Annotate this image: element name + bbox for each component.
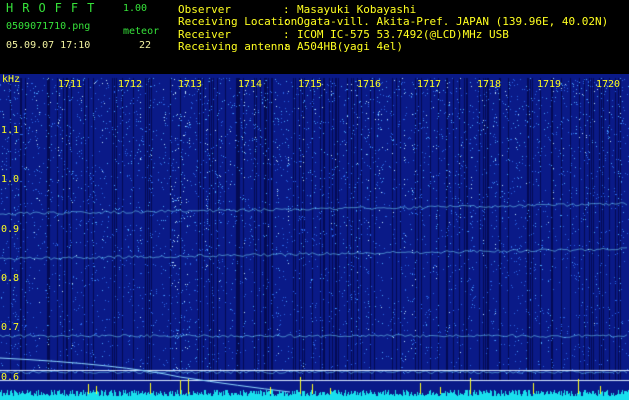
x-tick-label: 1714 xyxy=(238,79,263,90)
antenna-colon: : xyxy=(283,40,290,53)
meteor-count: 22 xyxy=(139,40,152,51)
header-panel: HROFFT 1.00 0509071710.png meteor 05.09.… xyxy=(0,0,629,74)
location-label: Receiving Location xyxy=(178,15,298,28)
object-type: meteor xyxy=(123,26,160,37)
x-tick-label: 1713 xyxy=(178,79,203,90)
x-tick-label: 1715 xyxy=(298,79,323,90)
app-version: 1.00 xyxy=(123,3,148,14)
x-tick-label: 1716 xyxy=(357,79,382,90)
app-brand: HROFFT xyxy=(6,1,104,15)
x-tick-label: 1720 xyxy=(596,79,621,90)
antenna-label: Receiving antenna xyxy=(178,40,291,53)
y-tick-label: 1.0 xyxy=(1,174,20,185)
file-name: 0509071710.png xyxy=(6,21,91,32)
y-tick-label: 1.1 xyxy=(1,125,20,136)
y-tick-label: 0.9 xyxy=(1,224,20,235)
y-tick-label: 0.8 xyxy=(1,273,20,284)
x-tick-label: 1717 xyxy=(417,79,442,90)
datetime: 05.09.07 17:10 xyxy=(6,40,91,51)
x-tick-label: 1711 xyxy=(58,79,83,90)
x-tick-label: 1719 xyxy=(537,79,562,90)
location-value: Ogata-vill. Akita-Pref. JAPAN (139.96E, … xyxy=(297,15,609,28)
antenna-value: A504HB(yagi 4el) xyxy=(297,40,403,53)
x-tick-label: 1718 xyxy=(477,79,502,90)
y-tick-label: 0.7 xyxy=(1,322,20,333)
y-unit-label: kHz xyxy=(2,74,21,85)
spectrogram-canvas[interactable] xyxy=(0,74,629,400)
y-tick-label: 0.6 xyxy=(1,372,20,383)
location-colon: : xyxy=(283,15,290,28)
x-tick-label: 1712 xyxy=(118,79,143,90)
